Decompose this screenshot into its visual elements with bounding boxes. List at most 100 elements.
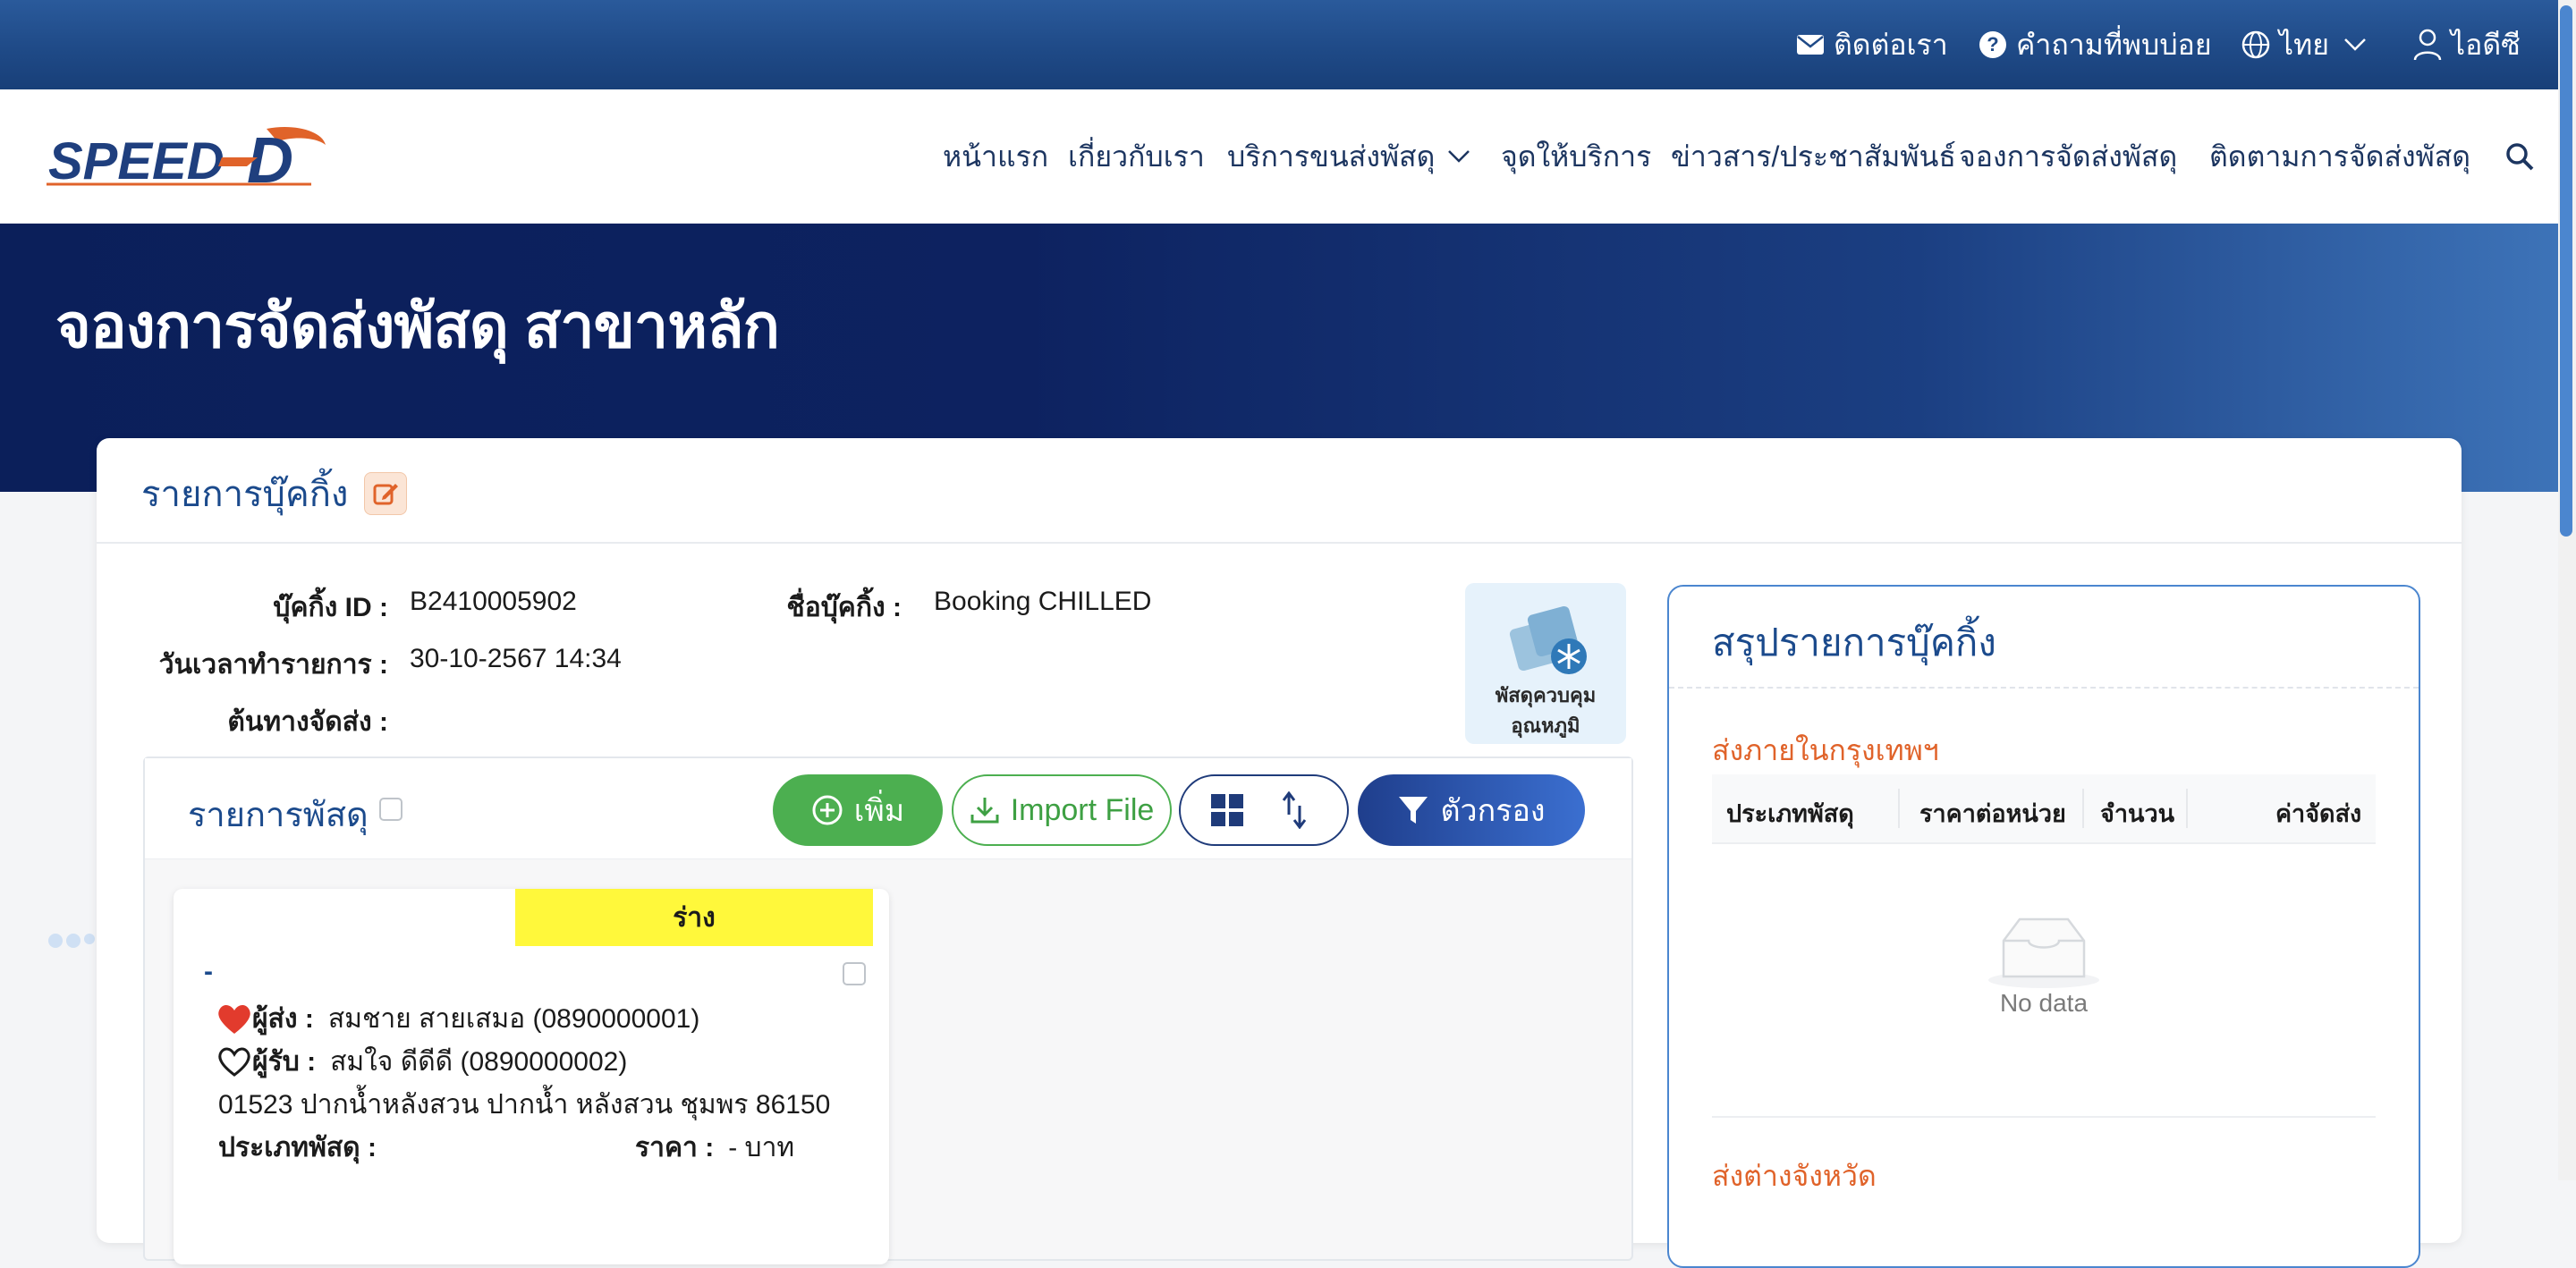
booking-header: รายการบุ๊คกิ้ง [97,438,2462,544]
filter-button[interactable]: ตัวกรอง [1358,774,1585,846]
parcel-select-checkbox[interactable] [843,962,866,985]
nav-tracking[interactable]: ติดตามการจัดส่งพัสดุ [2209,134,2470,179]
receiver-address: 01523 ปากน้ำหลังสวน ปากน้ำ หลังสวน ชุมพร… [218,1090,831,1120]
nav-news-label: ข่าวสาร/ประชาสัมพันธ์ [1671,140,1956,173]
import-file-label: Import File [1010,792,1155,827]
edit-icon [373,484,399,505]
nav-services-label: บริการขนส่งพัสดุ [1227,140,1436,173]
summary-table-header: ประเภทพัสดุ ราคาต่อหน่วย จำนวน ค่าจัดส่ง [1712,774,2376,844]
empty-inbox-icon [1988,917,2099,988]
logo-image: SPEED D [47,125,326,197]
heart-outline-icon[interactable] [216,1046,252,1078]
sender-value: สมชาย สายเสมอ (0890000001) [327,1004,700,1034]
edit-booking-button[interactable] [364,472,408,515]
loading-dot [84,934,95,944]
plus-circle-icon [812,795,843,825]
question-circle-icon: ? [1979,31,2006,58]
speed-d-logo[interactable]: SPEED D [43,122,329,197]
chevron-down-icon [2344,38,2366,51]
nav-tracking-label: ติดตามการจัดส่งพัสดุ [2209,140,2471,173]
nav-about[interactable]: เกี่ยวกับเรา [1068,134,1205,179]
search-button[interactable] [2492,134,2535,179]
summary-title: สรุปรายการบุ๊คกิ้ง [1712,621,1996,664]
user-label: ไอดีซี [2451,28,2521,61]
page-title: จองการจัดส่งพัสดุ สาขาหลัก [55,292,780,360]
booking-card-container: รายการบุ๊คกิ้ง บุ๊คกิ้ง ID : B2410005902… [97,438,2462,1268]
user-account-link[interactable]: ไอดีซี [2413,21,2521,68]
summary-divider [1669,687,2419,689]
select-all-checkbox[interactable] [379,798,402,821]
booking-summary-panel: สรุปรายการบุ๊คกิ้ง ส่งภายในกรุงเทพฯ ประเ… [1667,585,2420,1268]
price-value: - บาท [728,1133,795,1162]
booking-name-value: Booking CHILLED [934,587,1152,616]
bangkok-section-label: ส่งภายในกรุงเทพฯ [1712,734,1939,766]
chilled-parcel-badge: พัสดุควบคุม อุณหภูมิ [1465,583,1626,744]
booking-date-value: 30-10-2567 14:34 [410,644,622,673]
sender-row: ผู้ส่ง : สมชาย สายเสมอ (0890000001) [216,998,699,1040]
parcel-type-row: ประเภทพัสดุ : [218,1127,391,1169]
chilled-label-line1: พัสดุควบคุม [1495,684,1597,706]
filter-icon [1399,797,1428,824]
sort-icon[interactable] [1281,791,1308,829]
nav-home[interactable]: หน้าแรก [943,134,1048,179]
parcel-list-panel: รายการพัสดุ เพิ่ม Import File ตัวกรอง ร่… [143,757,1633,1264]
language-label: ไทย [2279,28,2329,61]
import-file-button[interactable]: Import File [952,774,1172,846]
booking-origin-label: ต้นทางจัดส่ง : [227,707,388,737]
contact-label: ติดต่อเรา [1834,28,1948,61]
filter-label: ตัวกรอง [1440,794,1546,828]
nav-booking-label: จองการจัดส่งพัสดุ [1959,140,2178,173]
receiver-value: สมใจ ดีดีดี (0890000002) [330,1047,628,1077]
parcel-list-header: รายการพัสดุ เพิ่ม Import File ตัวกรอง [145,758,1631,859]
page-scrollbar-thumb[interactable] [2560,5,2572,537]
summary-section-divider [1712,1116,2376,1118]
sender-label: ผู้ส่ง : [252,1004,314,1034]
add-parcel-label: เพิ่ม [853,794,905,828]
booking-id-value: B2410005902 [410,587,577,616]
faq-link[interactable]: ? คำถามที่พบบ่อย [1979,21,2212,68]
booking-date-label: วันเวลาทำรายการ : [158,650,388,680]
column-separator [2186,789,2188,828]
language-selector[interactable]: ไทย [2241,21,2376,68]
globe-icon [2241,30,2270,59]
main-navbar: SPEED D หน้าแรก เกี่ยวกับเรา บริการขนส่ง… [0,89,2558,224]
download-icon [970,798,999,824]
mail-icon [1797,35,1824,55]
search-icon [2506,143,2534,171]
loading-dot [66,934,80,948]
faq-label: คำถามที่พบบ่อย [2016,28,2212,61]
nav-about-label: เกี่ยวกับเรา [1068,140,1205,173]
parcel-code: - [204,957,213,986]
parcel-list-title: รายการพัสดุ [188,797,369,834]
booking-id-label: บุ๊คกิ้ง ID : [273,593,388,622]
nav-home-label: หน้าแรก [943,140,1049,173]
chevron-down-icon [1448,150,1470,163]
svg-text:?: ? [1987,33,1998,55]
grid-view-icon[interactable] [1209,792,1245,828]
chilled-label-line2: อุณหภูมิ [1511,714,1580,737]
contact-link[interactable]: ติดต่อเรา [1796,21,1948,68]
svg-text:SPEED: SPEED [48,132,225,190]
booking-list-title-text: รายการบุ๊คกิ้ง [141,475,349,514]
price-label: ราคา : [635,1133,715,1162]
loading-dot [48,934,63,948]
provincial-section-label: ส่งต่างจังหวัด [1712,1160,1877,1192]
user-icon [2413,29,2442,61]
nav-services[interactable]: บริการขนส่งพัสดุ [1227,134,1470,179]
draft-status-badge: ร่าง [515,889,873,946]
column-parcel-type: ประเภทพัสดุ [1726,800,1854,827]
nav-booking[interactable]: จองการจัดส่งพัสดุ [1959,134,2177,179]
column-separator [1898,789,1900,828]
nav-service-points[interactable]: จุดให้บริการ [1501,134,1651,179]
heart-filled-icon[interactable] [216,1003,252,1036]
parcel-card[interactable]: ร่าง - ผู้ส่ง : สมชาย สายเสมอ (089000000… [174,889,889,1264]
top-utility-bar: ติดต่อเรา ? คำถามที่พบบ่อย ไทย ไอดีซี [0,0,2576,89]
receiver-label: ผู้รับ : [252,1047,317,1077]
view-sort-toggle[interactable] [1179,774,1349,846]
column-quantity: จำนวน [2100,800,2175,827]
no-data-text: No data [1999,989,2089,1017]
booking-list-title: รายการบุ๊คกิ้ง [141,465,408,522]
add-parcel-button[interactable]: เพิ่ม [773,774,943,846]
column-unit-price: ราคาต่อหน่วย [1919,800,2066,827]
nav-news[interactable]: ข่าวสาร/ประชาสัมพันธ์ [1671,134,1956,179]
